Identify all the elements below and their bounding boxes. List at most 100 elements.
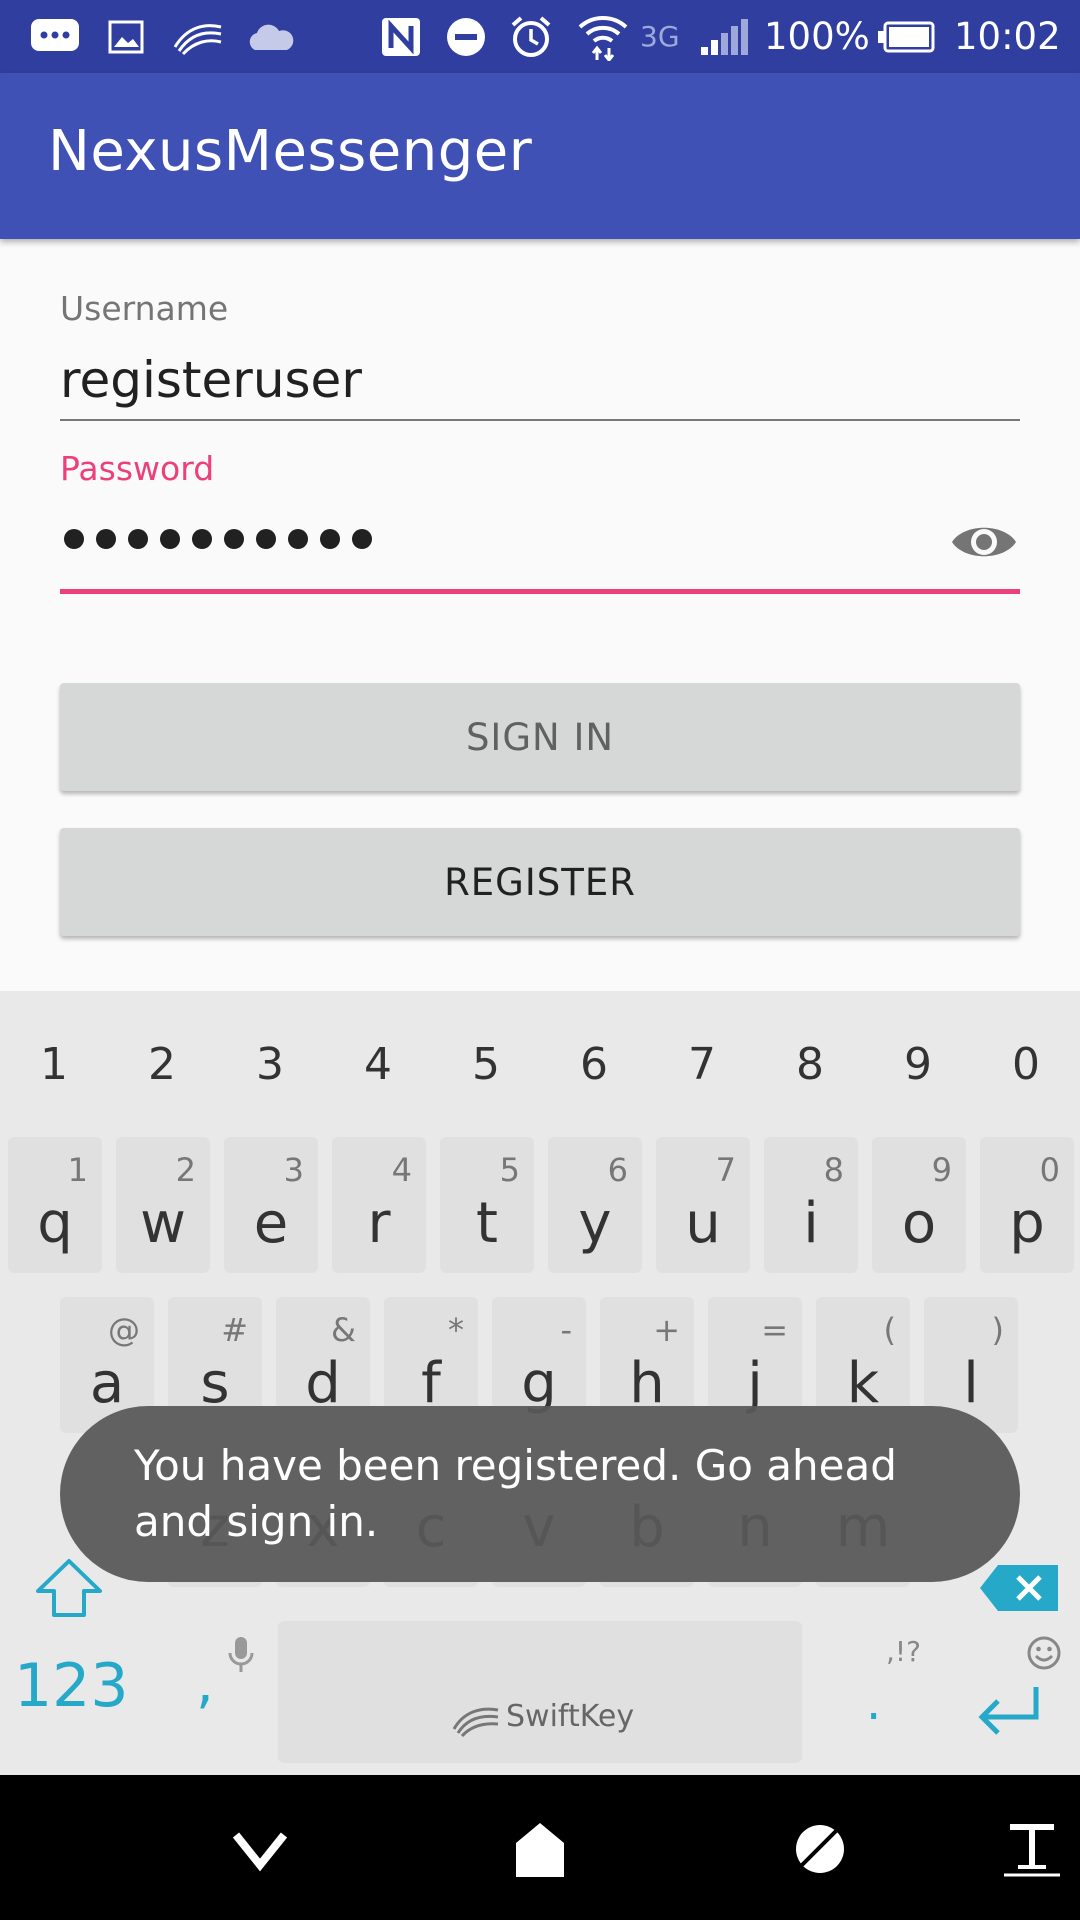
key-q[interactable]: 1q (8, 1137, 102, 1273)
key-label: t (476, 1191, 498, 1256)
key-o[interactable]: 9o (872, 1137, 966, 1273)
wifi-icon (576, 14, 630, 61)
key-i[interactable]: 8i (764, 1137, 858, 1273)
swiftkey-icon (170, 14, 226, 60)
signal-icon (698, 14, 750, 60)
password-dot (160, 529, 180, 549)
key-hint: 5 (499, 1151, 520, 1189)
number-key-4[interactable]: 4 (324, 1039, 432, 1090)
app-bar: NexusMessenger (0, 73, 1080, 239)
key-label: e (253, 1191, 289, 1256)
key-hint: = (761, 1311, 788, 1349)
key-hint: 0 (1039, 1151, 1060, 1189)
clock: 10:02 (954, 15, 1061, 58)
alarm-icon (508, 14, 554, 60)
toast-message: You have been registered. Go ahead and s… (60, 1406, 1020, 1582)
number-key-9[interactable]: 9 (864, 1039, 972, 1090)
navigation-bar (0, 1775, 1080, 1920)
battery-icon (876, 14, 936, 60)
key-label: p (1009, 1191, 1045, 1256)
key-t[interactable]: 5t (440, 1137, 534, 1273)
swiftkey-brand: SwiftKey (506, 1699, 635, 1734)
number-key-7[interactable]: 7 (648, 1039, 756, 1090)
space-key[interactable]: SwiftKey (278, 1621, 802, 1763)
microphone-icon (228, 1635, 254, 1679)
number-key-2[interactable]: 2 (108, 1039, 216, 1090)
keyboard: 1234567890 1q2w3e4r5t6y7u8i9o0p @ a # s & d * f… (0, 991, 1080, 1775)
key-hint: @ (108, 1311, 140, 1349)
key-hint: 8 (823, 1151, 844, 1189)
key-label: q (37, 1191, 73, 1256)
key-r[interactable]: 4r (332, 1137, 426, 1273)
symbols-key[interactable]: 123 (14, 1651, 129, 1721)
key-hint: # (221, 1311, 248, 1349)
number-key-5[interactable]: 5 (432, 1039, 540, 1090)
nfc-icon (378, 14, 424, 60)
chat-bubble-icon (28, 14, 82, 60)
key-hint: 1 (67, 1151, 88, 1189)
number-key-1[interactable]: 1 (0, 1039, 108, 1090)
key-label: w (140, 1191, 186, 1256)
number-row: 1234567890 (0, 991, 1080, 1131)
password-dot (192, 529, 212, 549)
comma-key[interactable]: , (196, 1651, 214, 1716)
emoji-icon[interactable] (1026, 1635, 1062, 1675)
text-format-icon[interactable] (1000, 1817, 1064, 1881)
password-dot (224, 529, 244, 549)
key-p[interactable]: 0p (980, 1137, 1074, 1273)
key-hint: 7 (715, 1151, 736, 1189)
key-label: o (901, 1191, 937, 1256)
key-hint: 3 (283, 1151, 304, 1189)
enter-icon[interactable] (974, 1681, 1044, 1745)
key-hint: & (331, 1311, 356, 1349)
image-icon (106, 14, 146, 60)
number-key-3[interactable]: 3 (216, 1039, 324, 1090)
punctuation-hint: ,!? (886, 1635, 921, 1668)
password-label: Password (60, 449, 215, 488)
key-hint: 2 (175, 1151, 196, 1189)
key-hint: ) (991, 1311, 1004, 1349)
password-dot (256, 529, 276, 549)
key-hint: 9 (931, 1151, 952, 1189)
key-hint: ( (883, 1311, 896, 1349)
status-bar: 3G 100% 10:02 (0, 0, 1080, 73)
password-dot (352, 529, 372, 549)
password-dot (288, 529, 308, 549)
key-label: i (803, 1191, 819, 1256)
register-button[interactable]: REGISTER (60, 828, 1020, 936)
key-hint: + (653, 1311, 680, 1349)
key-hint: * (448, 1311, 464, 1349)
login-form: Username registeruser Password SIGN IN R… (0, 239, 1080, 991)
period-key[interactable]: . (866, 1675, 881, 1731)
username-field[interactable]: registeruser (60, 351, 362, 409)
key-label: u (685, 1191, 721, 1256)
password-field[interactable] (64, 529, 372, 549)
key-label: r (367, 1191, 391, 1256)
password-dot (96, 529, 116, 549)
password-underline (60, 589, 1020, 594)
network-type: 3G (640, 20, 680, 53)
hide-keyboard-icon[interactable] (228, 1817, 292, 1881)
key-e[interactable]: 3e (224, 1137, 318, 1273)
recent-apps-icon[interactable] (788, 1817, 852, 1881)
key-w[interactable]: 2w (116, 1137, 210, 1273)
number-key-8[interactable]: 8 (756, 1039, 864, 1090)
password-dot (320, 529, 340, 549)
password-dot (128, 529, 148, 549)
key-hint: 4 (391, 1151, 412, 1189)
battery-percent: 100% (764, 15, 870, 58)
app-title: NexusMessenger (48, 119, 533, 184)
key-u[interactable]: 7u (656, 1137, 750, 1273)
username-label: Username (60, 289, 229, 328)
number-key-6[interactable]: 6 (540, 1039, 648, 1090)
screen: 3G 100% 10:02 NexusMessenger Username re… (0, 0, 1080, 1920)
cloud-icon (244, 14, 296, 60)
number-key-0[interactable]: 0 (972, 1039, 1080, 1090)
password-dot (64, 529, 84, 549)
eye-icon[interactable] (950, 517, 1018, 567)
home-icon[interactable] (508, 1817, 572, 1881)
key-y[interactable]: 6y (548, 1137, 642, 1273)
key-label: y (578, 1191, 612, 1256)
key-hint: - (560, 1311, 572, 1349)
sign-in-button[interactable]: SIGN IN (60, 683, 1020, 791)
